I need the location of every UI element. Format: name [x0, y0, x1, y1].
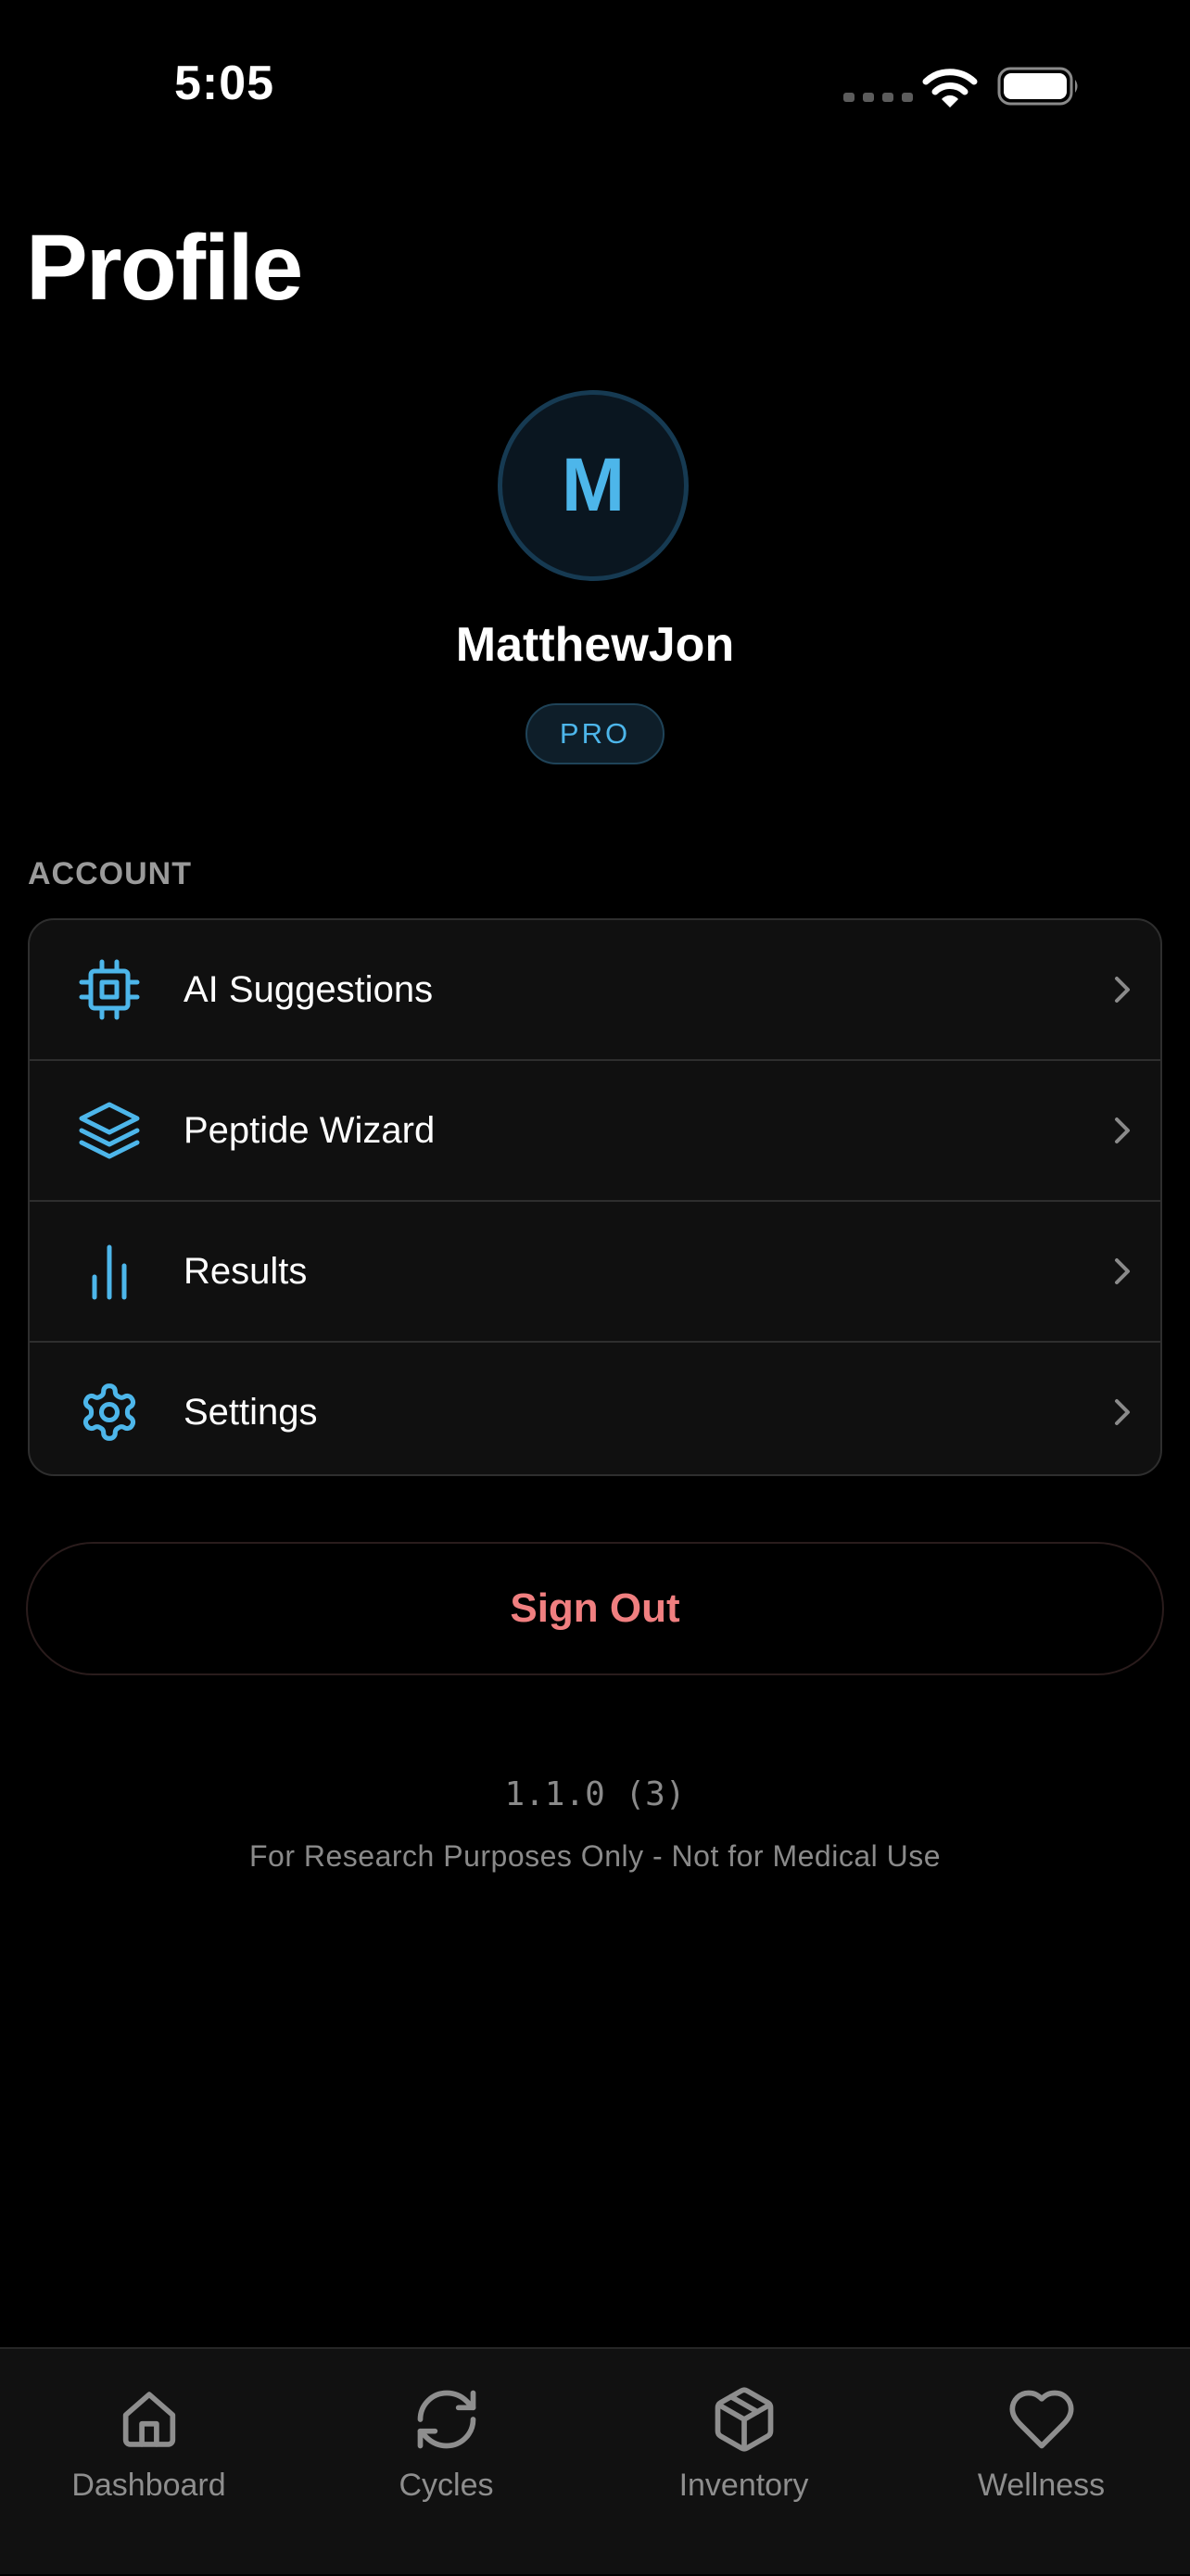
- cpu-chip-icon: [79, 959, 140, 1020]
- tab-dashboard[interactable]: Dashboard: [0, 2349, 298, 2576]
- avatar-initial: M: [561, 443, 626, 527]
- chevron-right-icon: [1115, 1118, 1130, 1143]
- menu-item-label: Peptide Wizard: [184, 1110, 436, 1151]
- account-menu: AI Suggestions Peptide Wizard Results Se…: [28, 918, 1162, 1476]
- refresh-cycle-icon: [417, 2390, 476, 2449]
- menu-item-settings[interactable]: Settings: [30, 1343, 1160, 1474]
- tab-label: Wellness: [977, 2468, 1106, 2503]
- pro-badge: PRO: [525, 703, 665, 764]
- box-icon: [715, 2387, 774, 2452]
- tab-bar: Dashboard Cycles Inventory Wellness: [0, 2347, 1190, 2574]
- avatar: M: [498, 390, 689, 581]
- bar-chart-icon: [92, 1244, 127, 1300]
- tab-label: Inventory: [678, 2468, 809, 2503]
- page-title: Profile: [26, 216, 303, 320]
- menu-item-ai-suggestions[interactable]: AI Suggestions: [30, 920, 1160, 1061]
- wifi-icon: [922, 69, 978, 107]
- gear-icon: [82, 1383, 136, 1441]
- tab-label: Cycles: [399, 2468, 494, 2503]
- tab-cycles[interactable]: Cycles: [298, 2349, 595, 2576]
- tab-wellness[interactable]: Wellness: [892, 2349, 1190, 2576]
- layers-stack-icon: [79, 1102, 140, 1159]
- menu-item-label: Results: [184, 1251, 308, 1292]
- tab-inventory[interactable]: Inventory: [595, 2349, 892, 2576]
- username: MatthewJon: [455, 618, 735, 672]
- menu-item-label: Settings: [184, 1392, 318, 1433]
- tab-label: Dashboard: [71, 2468, 226, 2503]
- heart-icon: [1009, 2390, 1074, 2449]
- account-section-header: ACCOUNT: [28, 856, 192, 891]
- app-version: 1.1.0 (3): [504, 1775, 686, 1813]
- menu-item-results[interactable]: Results: [30, 1202, 1160, 1343]
- chevron-right-icon: [1115, 977, 1130, 1003]
- menu-item-peptide-wizard[interactable]: Peptide Wizard: [30, 1061, 1160, 1202]
- disclaimer-text: For Research Purposes Only - Not for Med…: [248, 1839, 942, 1873]
- chevron-right-icon: [1115, 1399, 1130, 1425]
- home-icon: [122, 2392, 176, 2447]
- status-time: 5:05: [174, 57, 275, 110]
- sign-out-button[interactable]: Sign Out: [26, 1542, 1164, 1675]
- sign-out-label: Sign Out: [510, 1585, 680, 1631]
- pro-badge-label: PRO: [559, 717, 631, 750]
- menu-item-label: AI Suggestions: [184, 969, 434, 1010]
- status-bar: 5:05: [0, 0, 1190, 167]
- cellular-signal-icon: [843, 93, 913, 102]
- battery-icon: [997, 67, 1078, 106]
- chevron-right-icon: [1115, 1258, 1130, 1284]
